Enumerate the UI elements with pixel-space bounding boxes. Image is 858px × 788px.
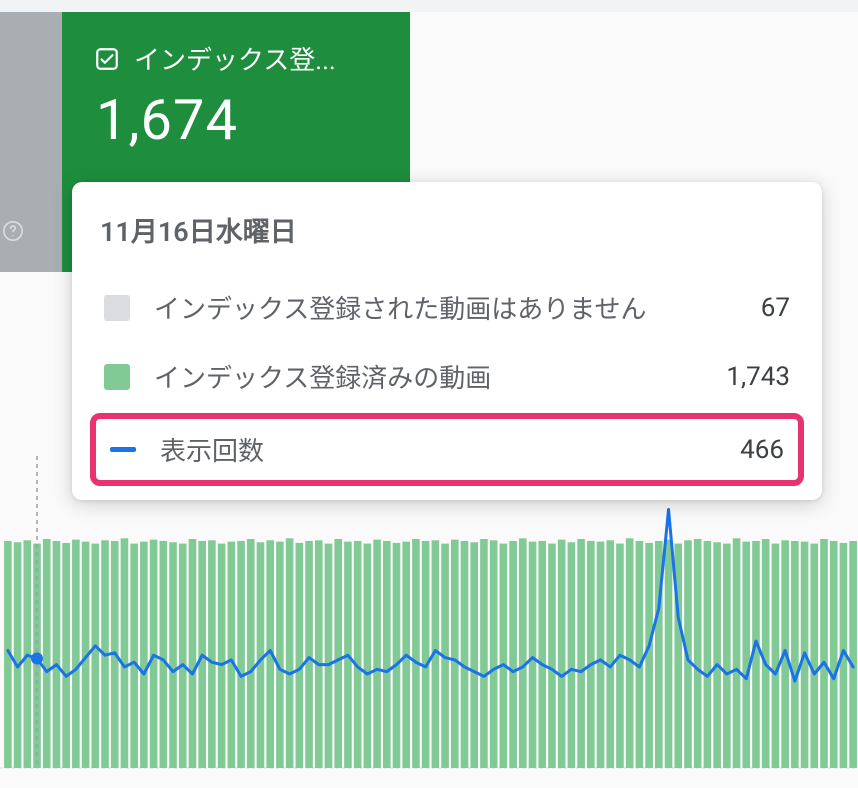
bar[interactable] <box>325 544 333 768</box>
bar[interactable] <box>820 539 828 768</box>
bar[interactable] <box>665 540 673 768</box>
tooltip-legend-item: 表示回数 466 <box>90 413 804 486</box>
card-label: インデックス登... <box>134 40 336 77</box>
bar[interactable] <box>568 542 576 768</box>
bar[interactable] <box>606 540 614 768</box>
bar[interactable] <box>160 541 168 768</box>
bar[interactable] <box>597 542 605 768</box>
bar[interactable] <box>354 541 362 768</box>
card-value: 1,674 <box>96 87 378 153</box>
chart-area[interactable] <box>0 456 858 778</box>
square-swatch-icon <box>104 295 130 321</box>
line-point-highlighted[interactable] <box>31 652 43 664</box>
bar[interactable] <box>762 539 770 768</box>
bar[interactable] <box>723 544 731 768</box>
bar[interactable] <box>62 543 70 768</box>
bar[interactable] <box>810 544 818 768</box>
bar[interactable] <box>189 539 197 768</box>
tooltip-date: 11月16日水曜日 <box>100 210 794 249</box>
bar[interactable] <box>169 542 177 768</box>
bar[interactable] <box>704 541 712 768</box>
legend-label: 表示回数 <box>160 431 716 468</box>
legend-value: 67 <box>761 293 790 323</box>
bar[interactable] <box>470 542 478 768</box>
bar[interactable] <box>422 541 430 768</box>
checkbox-checked-icon <box>94 46 120 72</box>
bar[interactable] <box>849 541 857 768</box>
line-swatch-icon <box>110 447 136 452</box>
bar[interactable] <box>72 540 80 768</box>
bar[interactable] <box>92 544 100 768</box>
bar[interactable] <box>393 543 401 768</box>
bar[interactable] <box>257 542 265 768</box>
bar[interactable] <box>645 543 653 768</box>
bar[interactable] <box>14 542 22 768</box>
bar[interactable] <box>742 542 750 768</box>
bar[interactable] <box>529 542 537 768</box>
bar[interactable] <box>296 543 304 768</box>
bar[interactable] <box>538 541 546 768</box>
bar[interactable] <box>694 539 702 768</box>
bar[interactable] <box>587 541 595 768</box>
tooltip-legend-item: インデックス登録済みの動画 1,743 <box>100 342 794 411</box>
bar[interactable] <box>247 539 255 768</box>
summary-card-collapsed[interactable] <box>0 12 62 272</box>
tooltip-legend-item: インデックス登録された動画はありません 67 <box>100 273 794 342</box>
bar[interactable] <box>228 542 236 768</box>
bar[interactable] <box>334 539 342 768</box>
bar[interactable] <box>383 541 391 768</box>
bar[interactable] <box>733 538 741 768</box>
bar[interactable] <box>577 539 585 768</box>
card-label-row: インデックス登... <box>94 40 378 77</box>
bar[interactable] <box>480 539 488 768</box>
bar[interactable] <box>218 544 226 768</box>
legend-label: インデックス登録された動画はありません <box>154 289 737 326</box>
bar[interactable] <box>490 540 498 768</box>
bar[interactable] <box>208 540 216 768</box>
bar[interactable] <box>626 538 634 768</box>
bar[interactable] <box>636 541 644 768</box>
bar[interactable] <box>315 540 323 768</box>
bar[interactable] <box>130 544 138 768</box>
bar[interactable] <box>286 538 294 768</box>
chart-svg <box>0 456 858 778</box>
bar[interactable] <box>237 541 245 768</box>
bar[interactable] <box>305 541 313 768</box>
bar[interactable] <box>791 541 799 768</box>
top-bar <box>0 0 858 12</box>
bar[interactable] <box>509 541 517 768</box>
chart-tooltip: 11月16日水曜日 インデックス登録された動画はありません 67 インデックス登録済… <box>72 182 822 500</box>
bar[interactable] <box>519 538 527 768</box>
bar[interactable] <box>548 544 556 768</box>
bar[interactable] <box>558 540 566 768</box>
bar[interactable] <box>461 541 469 768</box>
bar[interactable] <box>772 544 780 768</box>
bar[interactable] <box>121 538 129 768</box>
legend-label: インデックス登録済みの動画 <box>154 358 702 395</box>
bar[interactable] <box>451 540 459 768</box>
bar[interactable] <box>140 542 148 768</box>
bar[interactable] <box>373 540 381 768</box>
bar[interactable] <box>713 542 721 768</box>
bar[interactable] <box>43 539 51 768</box>
bar[interactable] <box>364 544 372 768</box>
square-swatch-icon <box>104 364 130 390</box>
help-icon[interactable] <box>2 220 24 248</box>
bar[interactable] <box>276 542 284 768</box>
legend-value: 1,743 <box>726 362 790 392</box>
bar[interactable] <box>830 541 838 768</box>
bar[interactable] <box>412 539 420 768</box>
bar[interactable] <box>500 544 508 768</box>
bar[interactable] <box>179 544 187 768</box>
bar[interactable] <box>53 541 61 768</box>
legend-value: 466 <box>740 435 784 465</box>
